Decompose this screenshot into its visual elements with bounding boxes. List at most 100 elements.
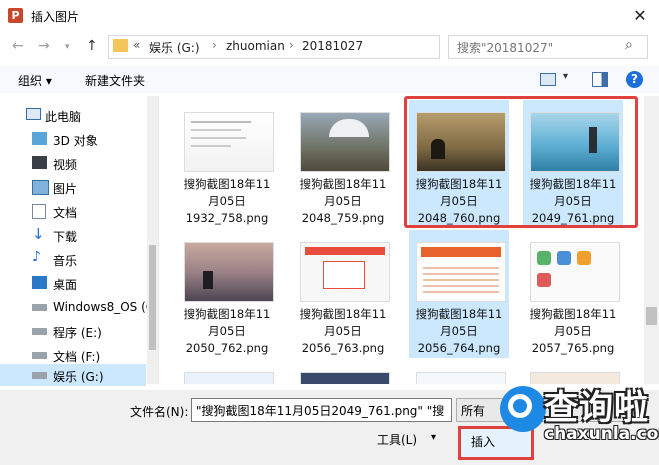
file-tile-selected[interactable]: 搜狗截图18年11 月05日 2056_764.png (409, 230, 509, 358)
file-name: 搜狗截图18年11 月05日 1932_758.png (183, 177, 271, 225)
crumb-separator-icon[interactable]: › (289, 38, 294, 52)
navigation-pane: 此电脑 3D 对象 视频 图片 文档 ↓ 下载 ♪ 音乐 桌面 Windows8… (0, 96, 159, 386)
file-tile[interactable] (177, 360, 277, 384)
nav-item-desktop[interactable]: 桌面 (0, 272, 146, 294)
download-icon: ↓ (32, 225, 45, 243)
address-bar[interactable]: « 娱乐 (G:) › zhuomian › 20181027 ▾ ↻ (108, 35, 534, 59)
back-arrow-icon[interactable]: ← (12, 38, 24, 54)
watermark-text: 查询啦 (544, 388, 649, 428)
tools-button[interactable]: 工具(L) (377, 431, 417, 448)
image-thumbnail (300, 112, 390, 172)
overflow-chevron[interactable]: « (133, 38, 140, 52)
filename-label: 文件名(N): (130, 405, 189, 419)
content-scrollbar[interactable] (644, 96, 659, 384)
file-name: 搜狗截图18年11 月05日 2050_762.png (183, 307, 271, 355)
search-icon[interactable]: ⌕ (625, 37, 633, 53)
file-type-value: 所有 (461, 404, 486, 418)
nav-item-drive-c[interactable]: Windows8_OS (C (0, 296, 154, 318)
crumb-separator-icon[interactable]: › (212, 38, 217, 52)
screenshot-thumbnail (416, 372, 506, 384)
nav-label: Windows8_OS (C (53, 300, 155, 314)
nav-label: 桌面 (53, 278, 78, 292)
close-button[interactable]: ✕ (628, 4, 652, 28)
nav-label: 程序 (E:) (53, 326, 102, 340)
view-dropdown-icon[interactable]: ▾ (563, 71, 568, 82)
file-tile[interactable]: 搜狗截图18年11 月05日 2056_763.png (293, 230, 393, 358)
nav-item-downloads[interactable]: ↓ 下载 (0, 224, 146, 246)
nav-label: 娱乐 (G:) (53, 370, 104, 384)
preview-pane-icon[interactable] (592, 72, 608, 87)
powerpoint-icon: P (8, 8, 23, 23)
search-box[interactable]: 搜索"20181027" ⌕ (448, 35, 648, 59)
nav-label: 文档 (53, 206, 78, 220)
file-tile[interactable] (293, 360, 393, 384)
highlight-box (404, 96, 638, 228)
nav-scrollbar-thumb[interactable] (149, 245, 156, 350)
nav-item-drive-f[interactable]: 文档 (F:) (0, 344, 146, 366)
image-thumbnail (184, 242, 274, 302)
nav-item-3d-objects[interactable]: 3D 对象 (0, 128, 146, 150)
screenshot-thumbnail (300, 242, 390, 302)
screenshot-thumbnail (416, 242, 506, 302)
crumb-zhuomian[interactable]: zhuomian (226, 39, 285, 53)
desktop-icon (32, 276, 47, 289)
nav-label: 视频 (53, 158, 78, 172)
insert-label: 插入 (471, 435, 496, 449)
watermark: 查询啦 chaxunla.com (494, 372, 659, 465)
recent-dropdown-icon[interactable]: ▾ (65, 42, 70, 52)
search-placeholder: 搜索"20181027" (457, 41, 554, 55)
folder-icon (113, 39, 128, 52)
nav-item-videos[interactable]: 视频 (0, 152, 146, 174)
help-icon[interactable]: ? (626, 71, 643, 88)
document-thumbnail (184, 112, 274, 172)
tools-dropdown-icon[interactable]: ▾ (431, 432, 436, 443)
organize-button[interactable]: 组织 ▾ (18, 72, 52, 89)
nav-label: 3D 对象 (53, 134, 98, 148)
file-tile[interactable]: 搜狗截图18年11 月05日 2048_759.png (293, 100, 393, 228)
file-name: 搜狗截图18年11 月05日 2057_765.png (529, 307, 617, 355)
3d-objects-icon (32, 132, 47, 145)
new-folder-button[interactable]: 新建文件夹 (85, 72, 145, 89)
music-icon: ♪ (32, 249, 41, 265)
nav-item-pictures[interactable]: 图片 (0, 176, 146, 198)
file-name: 搜狗截图18年11 月05日 2056_763.png (299, 307, 387, 355)
drive-icon (32, 352, 47, 359)
forward-arrow-icon[interactable]: → (38, 38, 50, 54)
crumb-folder[interactable]: 20181027 (302, 39, 363, 53)
drive-icon (32, 372, 47, 379)
file-tile[interactable]: 搜狗截图18年11 月05日 2057_765.png (523, 230, 623, 358)
nav-label: 下载 (53, 230, 78, 244)
title-bar: P 插入图片 ✕ (0, 0, 659, 32)
nav-label: 文档 (F:) (53, 350, 101, 364)
search-magnifier-icon (508, 394, 532, 418)
documents-icon (32, 204, 46, 219)
nav-item-documents[interactable]: 文档 (0, 200, 146, 222)
nav-label: 音乐 (53, 254, 78, 268)
file-tile[interactable]: 搜狗截图18年11 月05日 1932_758.png (177, 100, 277, 228)
pictures-icon (32, 180, 49, 195)
screenshot-thumbnail (184, 372, 274, 384)
nav-item-music[interactable]: ♪ 音乐 (0, 248, 146, 270)
file-name: 搜狗截图18年11 月05日 2056_764.png (415, 307, 503, 355)
filename-input[interactable]: "搜狗截图18年11月05日2049_761.png" "搜 (191, 398, 452, 422)
nav-item-drive-g[interactable]: 娱乐 (G:) (0, 364, 146, 386)
crumb-drive[interactable]: 娱乐 (G:) (149, 39, 200, 56)
screenshot-thumbnail (530, 242, 620, 302)
computer-icon (26, 108, 41, 120)
nav-label: 图片 (53, 182, 78, 196)
command-bar: 组织 ▾ 新建文件夹 ▾ ? (0, 66, 659, 93)
nav-item-drive-e[interactable]: 程序 (E:) (0, 320, 146, 342)
watermark-url: chaxunla.com (544, 424, 659, 444)
window-title: 插入图片 (31, 10, 80, 24)
up-arrow-icon[interactable]: ↑ (86, 38, 98, 54)
file-name: 搜狗截图18年11 月05日 2048_759.png (299, 177, 387, 225)
content-scrollbar-thumb[interactable] (646, 307, 657, 325)
view-options-icon[interactable] (540, 73, 556, 86)
drive-icon (32, 328, 47, 335)
file-tile[interactable]: 搜狗截图18年11 月05日 2050_762.png (177, 230, 277, 358)
screenshot-thumbnail (300, 372, 390, 384)
filename-value: "搜狗截图18年11月05日2049_761.png" "搜 (196, 404, 445, 418)
drive-icon (32, 304, 47, 311)
nav-label: 此电脑 (45, 110, 82, 124)
nav-item-this-pc[interactable]: 此电脑 (0, 104, 146, 126)
